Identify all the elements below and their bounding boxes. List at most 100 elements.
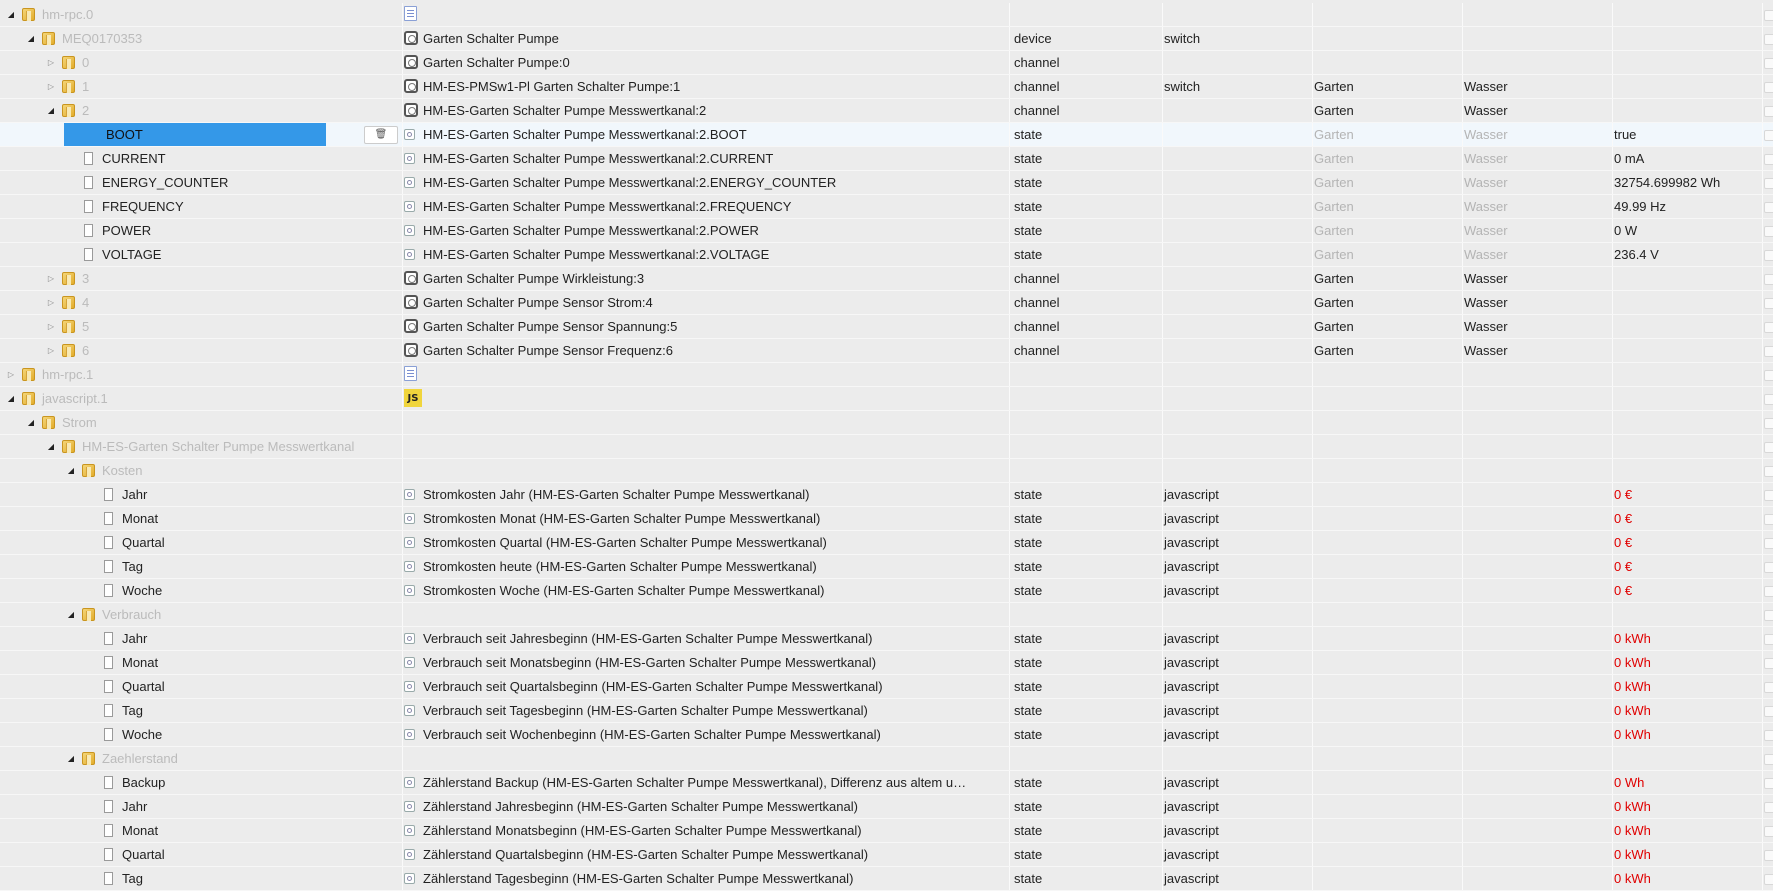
edit-object-button[interactable] (1762, 555, 1773, 578)
tree-id-cell[interactable]: ▷ 0 (0, 51, 403, 74)
tree-node-label[interactable]: ENERGY_COUNTER (102, 171, 228, 194)
edit-object-button[interactable] (1762, 603, 1773, 626)
tree-folder-row[interactable]: ◢ Strom (0, 411, 1773, 435)
tree-id-cell[interactable]: FREQUENCY (0, 195, 403, 218)
edit-object-button[interactable] (1762, 387, 1773, 410)
tree-id-cell[interactable]: Monat (0, 507, 403, 530)
tree-node-label[interactable]: HM-ES-Garten Schalter Pumpe Messwertkana… (82, 435, 354, 458)
object-value-cell[interactable]: 0 kWh (1612, 819, 1763, 842)
tree-id-cell[interactable]: ▷ 6 (0, 339, 403, 362)
edit-object-button[interactable] (1762, 243, 1773, 266)
object-value-cell[interactable] (1612, 363, 1763, 386)
edit-object-button[interactable] (1762, 723, 1773, 746)
tree-id-cell[interactable]: ◢ Strom (0, 411, 403, 434)
tree-id-cell[interactable]: Monat (0, 651, 403, 674)
tree-folder-row[interactable]: ▷ hm-rpc.1 (0, 363, 1773, 387)
collapse-toggle-icon[interactable]: ◢ (44, 435, 58, 458)
tree-node-label[interactable]: Woche (122, 579, 162, 602)
tree-node-label[interactable]: javascript.1 (42, 387, 108, 410)
tree-node-label[interactable]: MEQ0170353 (62, 27, 142, 50)
expand-toggle-icon[interactable]: ▷ (44, 75, 58, 98)
tree-node-label[interactable]: Jahr (122, 795, 147, 818)
tree-id-cell[interactable]: ◢ MEQ0170353 (0, 27, 403, 50)
edit-object-button[interactable] (1762, 483, 1773, 506)
tree-id-cell[interactable]: Quartal (0, 843, 403, 866)
delete-object-button[interactable]: 🗑 (364, 126, 398, 144)
tree-node-label[interactable]: Zaehlerstand (102, 747, 178, 770)
expand-toggle-icon[interactable]: ▷ (4, 363, 18, 386)
tree-node-label[interactable]: 3 (82, 267, 89, 290)
object-value-cell[interactable]: 0 € (1612, 483, 1763, 506)
object-value-cell[interactable] (1612, 99, 1763, 122)
collapse-toggle-icon[interactable]: ◢ (64, 747, 78, 770)
object-value-cell[interactable]: 0 Wh (1612, 771, 1763, 794)
edit-object-button[interactable] (1762, 579, 1773, 602)
tree-id-cell[interactable]: Jahr (0, 795, 403, 818)
tree-state-row[interactable]: VOLTAGE HM-ES-Garten Schalter Pumpe Messw… (0, 243, 1773, 267)
object-value-cell[interactable]: 0 mA (1612, 147, 1763, 170)
tree-id-cell[interactable]: ▷ 1 (0, 75, 403, 98)
object-value-cell[interactable] (1612, 747, 1763, 770)
tree-node-label[interactable]: 4 (82, 291, 89, 314)
tree-node-label[interactable]: 6 (82, 339, 89, 362)
expand-toggle-icon[interactable]: ▷ (44, 315, 58, 338)
edit-object-button[interactable] (1762, 3, 1773, 26)
object-value-cell[interactable] (1612, 411, 1763, 434)
edit-object-button[interactable] (1762, 195, 1773, 218)
tree-node-label[interactable]: Backup (122, 771, 165, 794)
object-value-cell[interactable]: 0 kWh (1612, 651, 1763, 674)
edit-object-button[interactable] (1762, 699, 1773, 722)
tree-node-label[interactable]: 5 (82, 315, 89, 338)
tree-node-label[interactable]: Tag (122, 867, 143, 890)
tree-node-label[interactable]: Tag (122, 699, 143, 722)
edit-object-button[interactable] (1762, 651, 1773, 674)
edit-object-button[interactable] (1762, 411, 1773, 434)
tree-state-row[interactable]: Monat Verbrauch seit Monatsbeginn (HM-ES-… (0, 651, 1773, 675)
object-value-cell[interactable] (1612, 291, 1763, 314)
object-value-cell[interactable] (1612, 75, 1763, 98)
tree-state-row[interactable]: Tag Verbrauch seit Tagesbeginn (HM-ES-Gar… (0, 699, 1773, 723)
object-value-cell[interactable] (1612, 315, 1763, 338)
edit-object-button[interactable] (1762, 267, 1773, 290)
object-value-cell[interactable] (1612, 3, 1763, 26)
object-value-cell[interactable]: 0 kWh (1612, 627, 1763, 650)
edit-object-button[interactable] (1762, 51, 1773, 74)
edit-object-button[interactable] (1762, 627, 1773, 650)
tree-state-row[interactable]: Quartal Verbrauch seit Quartalsbeginn (HM… (0, 675, 1773, 699)
tree-node-label[interactable]: Jahr (122, 483, 147, 506)
tree-node-label[interactable]: Quartal (122, 843, 165, 866)
edit-object-button[interactable] (1762, 507, 1773, 530)
tree-id-cell[interactable]: CURRENT (0, 147, 403, 170)
tree-id-cell[interactable]: ◢ 2 (0, 99, 403, 122)
tree-node-label[interactable]: Monat (122, 651, 158, 674)
tree-id-cell[interactable]: BOOT 🗑 (0, 123, 403, 146)
tree-state-row[interactable]: ENERGY_COUNTER HM-ES-Garten Schalter Pump… (0, 171, 1773, 195)
tree-folder-row[interactable]: ▷ 4 Garten Schalter Pumpe Sensor Strom:4 ch… (0, 291, 1773, 315)
tree-node-label[interactable]: Woche (122, 723, 162, 746)
edit-object-button[interactable] (1762, 99, 1773, 122)
object-value-cell[interactable]: 0 kWh (1612, 867, 1763, 890)
tree-node-label[interactable]: Quartal (122, 531, 165, 554)
edit-object-button[interactable] (1762, 123, 1773, 146)
edit-object-button[interactable] (1762, 675, 1773, 698)
edit-object-button[interactable] (1762, 147, 1773, 170)
object-value-cell[interactable]: 0 kWh (1612, 699, 1763, 722)
object-value-cell[interactable]: 0 kWh (1612, 723, 1763, 746)
expand-toggle-icon[interactable]: ▷ (44, 267, 58, 290)
tree-id-cell[interactable]: POWER (0, 219, 403, 242)
tree-state-row[interactable]: Monat Stromkosten Monat (HM-ES-Garten Sch… (0, 507, 1773, 531)
tree-node-label[interactable]: 2 (82, 99, 89, 122)
object-value-cell[interactable] (1612, 459, 1763, 482)
tree-node-label[interactable]: BOOT (64, 123, 326, 146)
tree-folder-row[interactable]: ◢ Zaehlerstand (0, 747, 1773, 771)
tree-id-cell[interactable]: Woche (0, 723, 403, 746)
edit-object-button[interactable] (1762, 27, 1773, 50)
tree-node-label[interactable]: Strom (62, 411, 97, 434)
tree-id-cell[interactable]: Tag (0, 867, 403, 890)
object-value-cell[interactable] (1612, 51, 1763, 74)
tree-id-cell[interactable]: ◢ Kosten (0, 459, 403, 482)
object-value-cell[interactable]: 0 € (1612, 531, 1763, 554)
object-value-cell[interactable]: true (1612, 123, 1763, 146)
tree-id-cell[interactable]: Quartal (0, 675, 403, 698)
object-value-cell[interactable]: 236.4 V (1612, 243, 1763, 266)
